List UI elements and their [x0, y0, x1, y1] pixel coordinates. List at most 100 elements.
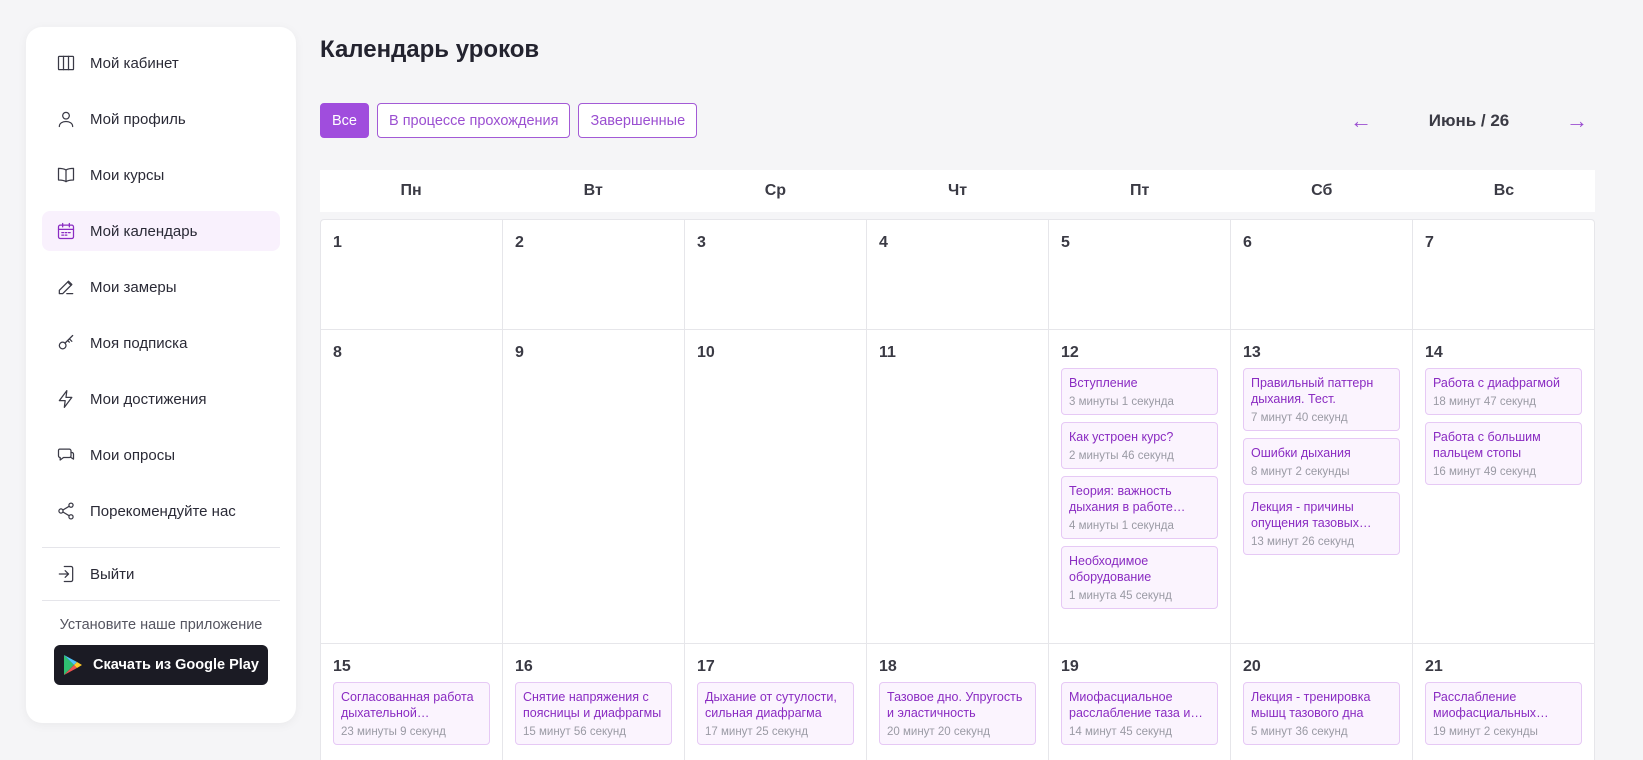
weekday-label: Вт: [583, 182, 603, 199]
filter-button-0[interactable]: Все: [320, 103, 369, 138]
lesson-duration: 20 минут 20 секунд: [887, 726, 990, 738]
lesson-title: Тазовое дно. Упругость и эластичность: [887, 690, 1023, 720]
day-number: 8: [333, 344, 342, 361]
lesson-title: Лекция - причины опущения тазовых органо…: [1251, 500, 1360, 530]
calendar-day: 19 Миофасциальное расслабление таза и бед…: [1049, 644, 1231, 760]
sidebar-item-label: Моя подписка: [90, 334, 188, 352]
lesson-card[interactable]: Необходимое оборудование 1 минута 45 секу…: [1061, 546, 1218, 609]
filter-button-1[interactable]: В процессе прохождения: [377, 103, 571, 138]
main-content: Календарь уроков Все В процессе прохожден…: [320, 0, 1595, 760]
sidebar-item-book[interactable]: Мои курсы: [42, 155, 280, 195]
calendar-day: 5: [1049, 220, 1231, 329]
page-title: Календарь уроков: [320, 36, 540, 63]
sidebar-item-label: Мой профиль: [90, 110, 186, 128]
columns-icon: [56, 53, 76, 73]
day-number: 15: [333, 658, 351, 675]
lesson-duration: 23 минуты 9 секунд: [341, 726, 446, 738]
key-icon: [56, 333, 76, 353]
lesson-duration: 2 минуты 46 секунд: [1069, 450, 1174, 462]
lesson-card[interactable]: Как устроен курс? 2 минуты 46 секунд: [1061, 422, 1218, 469]
calendar-day: 15 Согласованная работа дыхательной диафр…: [321, 644, 503, 760]
lesson-card[interactable]: Согласованная работа дыхательной диафраг…: [333, 682, 490, 745]
logout-button[interactable]: Выйти: [42, 554, 280, 594]
lesson-card[interactable]: Снятие напряжения с поясницы и диафрагмы…: [515, 682, 672, 745]
filter-button-2[interactable]: Завершенные: [578, 103, 698, 138]
sidebar-item-calendar[interactable]: Мой календарь: [42, 211, 280, 251]
day-number: 20: [1243, 658, 1261, 675]
lesson-title: Миофасциальное расслабление таза и бедер: [1069, 690, 1191, 720]
lesson-duration: 7 минут 40 секунд: [1251, 412, 1348, 424]
day-number: 7: [1425, 234, 1434, 251]
lesson-card[interactable]: Дыхание от сутулости, сильная диафрагма 1…: [697, 682, 854, 745]
month-nav: ← Июнь / 26 →: [1343, 108, 1595, 134]
weekday-label: Пн: [400, 182, 422, 199]
lesson-card[interactable]: Работа с большим пальцем стопы 16 минут 4…: [1425, 422, 1582, 485]
lesson-card[interactable]: Лекция - тренировка мышц тазового дна 5 м…: [1243, 682, 1400, 745]
google-play-button[interactable]: Скачать из Google Play: [54, 645, 268, 685]
lesson-title: Теория: важность дыхания в работе мышц: [1069, 484, 1173, 514]
lesson-duration: 19 минут 2 секунды: [1433, 726, 1538, 738]
sidebar-item-label: Порекомендуйте нас: [90, 502, 236, 520]
lesson-card[interactable]: Расслабление миофасциальных структур 19 м…: [1425, 682, 1582, 745]
calendar-day: 2: [503, 220, 685, 329]
weekday-label: Чт: [947, 182, 968, 199]
calendar-day: 16 Снятие напряжения с поясницы и диафраг…: [503, 644, 685, 760]
day-number: 9: [515, 344, 524, 361]
sidebar-item-key[interactable]: Моя подписка: [42, 323, 280, 363]
day-number: 3: [697, 234, 706, 251]
lesson-duration: 13 минут 26 секунд: [1251, 536, 1354, 548]
calendar-day: 6: [1231, 220, 1413, 329]
weekday-label: Сб: [1311, 182, 1333, 199]
google-play-label: Скачать из Google Play: [93, 657, 259, 673]
install-app-label: Установите наше приложение: [59, 617, 263, 633]
edit-icon: [56, 277, 76, 297]
lesson-card[interactable]: Вступление 3 минуты 1 секунда: [1061, 368, 1218, 415]
calendar-week: 8 9 10 11 12 Вступление 3 минуты 1 секунда Как …: [321, 330, 1594, 644]
calendar-day: 13 Правильный паттерн дыхания. Тест. 7 мин…: [1231, 330, 1413, 643]
calendar-day: 4: [867, 220, 1049, 329]
lesson-card[interactable]: Работа с диафрагмой 18 минут 47 секунд: [1425, 368, 1582, 415]
next-month-button[interactable]: →: [1559, 108, 1595, 134]
lesson-duration: 1 минута 45 секунд: [1069, 590, 1172, 602]
weekday-label: Вс: [1493, 182, 1515, 199]
calendar-day: 7: [1413, 220, 1594, 329]
lesson-card[interactable]: Правильный паттерн дыхания. Тест. 7 минут…: [1243, 368, 1400, 431]
sidebar-item-share[interactable]: Порекомендуйте нас: [42, 491, 280, 531]
prev-month-button[interactable]: ←: [1343, 108, 1379, 134]
calendar-icon: [56, 221, 76, 241]
lesson-card[interactable]: Теория: важность дыхания в работе мышц 4 …: [1061, 476, 1218, 539]
month-label: Июнь / 26: [1428, 111, 1510, 130]
sidebar-item-chat[interactable]: Мои опросы: [42, 435, 280, 475]
lesson-card[interactable]: Миофасциальное расслабление таза и бедер…: [1061, 682, 1218, 745]
calendar-day: 17 Дыхание от сутулости, сильная диафрагм…: [685, 644, 867, 760]
day-number: 2: [515, 234, 524, 251]
lesson-title: Работа с большим пальцем стопы: [1433, 430, 1541, 460]
sidebar-item-user[interactable]: Мой профиль: [42, 99, 280, 139]
lesson-card[interactable]: Тазовое дно. Упругость и эластичность 20 …: [879, 682, 1036, 745]
calendar-day: 9: [503, 330, 685, 643]
day-number: 5: [1061, 234, 1070, 251]
lesson-title: Снятие напряжения с поясницы и диафрагмы: [523, 690, 662, 720]
sidebar-item-columns[interactable]: Мой кабинет: [42, 43, 280, 83]
sidebar-item-lightning[interactable]: Мои достижения: [42, 379, 280, 419]
lesson-title: Дыхание от сутулости, сильная диафрагма: [705, 690, 837, 720]
lesson-card[interactable]: Лекция - причины опущения тазовых органо…: [1243, 492, 1400, 555]
lesson-title: Ошибки дыхания: [1251, 446, 1351, 460]
day-number: 13: [1243, 344, 1261, 361]
lesson-title: Расслабление миофасциальных структур: [1433, 690, 1537, 720]
chat-icon: [56, 445, 76, 465]
day-number: 1: [333, 234, 342, 251]
user-icon: [56, 109, 76, 129]
lesson-title: Согласованная работа дыхательной диафраг…: [341, 690, 474, 720]
day-number: 10: [697, 344, 715, 361]
lesson-card[interactable]: Ошибки дыхания 8 минут 2 секунды: [1243, 438, 1400, 485]
sidebar-item-edit[interactable]: Мои замеры: [42, 267, 280, 307]
sidebar-item-label: Мой календарь: [90, 222, 198, 240]
lightning-icon: [56, 389, 76, 409]
share-icon: [56, 501, 76, 521]
book-icon: [56, 165, 76, 185]
weekday-label: Пт: [1129, 182, 1150, 199]
sidebar-item-label: Мои курсы: [90, 166, 165, 184]
calendar-day: 21 Расслабление миофасциальных структур 19…: [1413, 644, 1594, 760]
lesson-title: Правильный паттерн дыхания. Тест.: [1251, 376, 1374, 406]
